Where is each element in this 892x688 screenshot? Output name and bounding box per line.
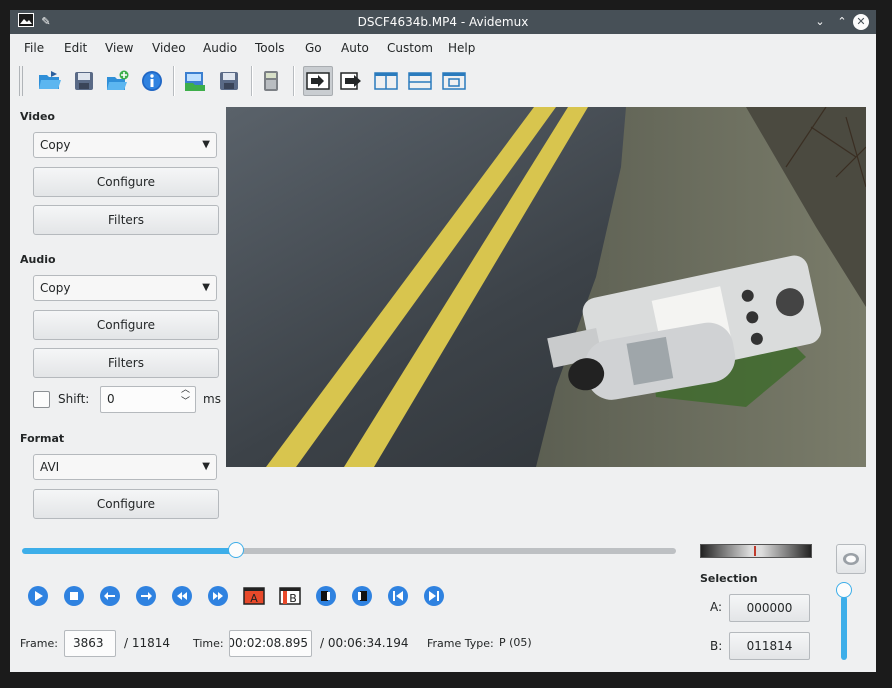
- open-video-icon[interactable]: [35, 66, 65, 96]
- marker-a-label: A:: [710, 600, 723, 614]
- next-frame-button[interactable]: [135, 585, 157, 607]
- calculator-icon[interactable]: [256, 66, 286, 96]
- chevron-down-icon: ▼: [202, 282, 210, 293]
- go-to-first-frame-button[interactable]: [387, 585, 409, 607]
- format-configure-button[interactable]: Configure: [33, 489, 219, 519]
- menu-bar: File Edit View Video Audio Tools Go Auto…: [10, 36, 876, 60]
- menu-audio[interactable]: Audio: [203, 36, 237, 60]
- minimize-chevron-icon[interactable]: ⌄: [811, 13, 829, 31]
- volume-button[interactable]: [836, 544, 866, 574]
- info-icon[interactable]: [137, 66, 167, 96]
- toolbar: [10, 62, 876, 102]
- title-bar: ✎ DSCF4634b.MP4 - Avidemux ⌄ ⌃ ✕: [10, 10, 876, 34]
- volume-slider[interactable]: [841, 596, 847, 660]
- shift-unit-label: ms: [203, 392, 221, 406]
- go-to-end-button[interactable]: [351, 585, 373, 607]
- menu-edit[interactable]: Edit: [64, 36, 87, 60]
- menu-file[interactable]: File: [24, 36, 44, 60]
- menu-tools[interactable]: Tools: [255, 36, 285, 60]
- frame-input[interactable]: 3863: [64, 630, 116, 657]
- marker-a-value[interactable]: 000000: [729, 594, 810, 622]
- go-to-last-frame-button[interactable]: [423, 585, 445, 607]
- marker-b-glyph: B: [289, 592, 297, 605]
- menu-go[interactable]: Go: [305, 36, 322, 60]
- time-label: Time:: [193, 637, 224, 650]
- open-project-icon[interactable]: [180, 66, 210, 96]
- audio-codec-value: Copy: [40, 281, 71, 295]
- shift-value: 0: [107, 392, 115, 406]
- toolbar-separator: [293, 66, 295, 96]
- format-section-label: Format: [20, 432, 65, 445]
- previous-keyframe-button[interactable]: [171, 585, 193, 607]
- play-button[interactable]: [27, 585, 49, 607]
- menu-video[interactable]: Video: [152, 36, 186, 60]
- preview-window-icon[interactable]: [439, 66, 469, 96]
- video-codec-value: Copy: [40, 138, 71, 152]
- save-video-icon[interactable]: [69, 66, 99, 96]
- stop-button[interactable]: [63, 585, 85, 607]
- output-view-icon[interactable]: [337, 66, 367, 96]
- append-icon[interactable]: [103, 66, 133, 96]
- volume-handle[interactable]: [836, 582, 852, 598]
- frame-type-value: P (05): [499, 636, 532, 649]
- video-frame-image: [226, 107, 866, 467]
- video-preview: [226, 107, 866, 467]
- spin-down-icon[interactable]: ﹀: [181, 396, 190, 408]
- next-keyframe-button[interactable]: [207, 585, 229, 607]
- menu-help[interactable]: Help: [448, 36, 475, 60]
- shift-label: Shift:: [58, 392, 90, 406]
- video-filters-button[interactable]: Filters: [33, 205, 219, 235]
- marker-b-value[interactable]: 011814: [729, 632, 810, 660]
- video-section-label: Video: [20, 110, 55, 123]
- toolbar-grip[interactable]: [19, 66, 23, 96]
- audio-configure-button[interactable]: Configure: [33, 310, 219, 340]
- main-window: ✎ DSCF4634b.MP4 - Avidemux ⌄ ⌃ ✕ File Ed…: [10, 10, 876, 672]
- top-bottom-icon[interactable]: [405, 66, 435, 96]
- selection-label: Selection: [700, 572, 758, 585]
- format-value: AVI: [40, 460, 60, 474]
- frame-total: / 11814: [124, 636, 171, 650]
- timeline-handle[interactable]: [228, 542, 244, 558]
- spin-up-icon[interactable]: ︿: [181, 384, 190, 396]
- save-project-icon[interactable]: [214, 66, 244, 96]
- menu-view[interactable]: View: [105, 36, 133, 60]
- jog-indicator: [754, 546, 756, 556]
- previous-frame-button[interactable]: [99, 585, 121, 607]
- timeline-track[interactable]: [236, 548, 676, 554]
- side-by-side-icon[interactable]: [371, 66, 401, 96]
- marker-a-glyph: A: [250, 592, 258, 605]
- jog-shuttle[interactable]: [700, 544, 812, 558]
- chevron-down-icon: ▼: [202, 461, 210, 472]
- menu-auto[interactable]: Auto: [341, 36, 369, 60]
- input-view-icon[interactable]: [303, 66, 333, 96]
- audio-filters-button[interactable]: Filters: [33, 348, 219, 378]
- speaker-icon: [843, 553, 859, 565]
- toolbar-separator: [251, 66, 253, 96]
- format-select[interactable]: AVI ▼: [33, 454, 217, 480]
- frame-label: Frame:: [20, 637, 58, 650]
- time-input[interactable]: 00:02:08.895: [229, 630, 312, 657]
- go-to-start-button[interactable]: [315, 585, 337, 607]
- video-configure-button[interactable]: Configure: [33, 167, 219, 197]
- audio-section-label: Audio: [20, 253, 56, 266]
- window-title: DSCF4634b.MP4 - Avidemux: [357, 15, 529, 29]
- set-marker-a-button[interactable]: A: [243, 585, 265, 607]
- video-codec-select[interactable]: Copy ▼: [33, 132, 217, 158]
- shift-checkbox[interactable]: [33, 391, 50, 408]
- time-total: / 00:06:34.194: [320, 636, 409, 650]
- menu-custom[interactable]: Custom: [387, 36, 433, 60]
- frame-type-label: Frame Type:: [427, 637, 494, 650]
- close-icon[interactable]: ✕: [853, 14, 869, 30]
- set-marker-b-button[interactable]: B: [279, 585, 301, 607]
- audio-codec-select[interactable]: Copy ▼: [33, 275, 217, 301]
- marker-b-label: B:: [710, 639, 723, 653]
- toolbar-separator: [173, 66, 175, 96]
- shift-spinbox[interactable]: 0 ︿ ﹀: [100, 384, 196, 413]
- maximize-chevron-icon[interactable]: ⌃: [833, 13, 851, 31]
- timeline-progress: [22, 548, 248, 554]
- chevron-down-icon: ▼: [202, 139, 210, 150]
